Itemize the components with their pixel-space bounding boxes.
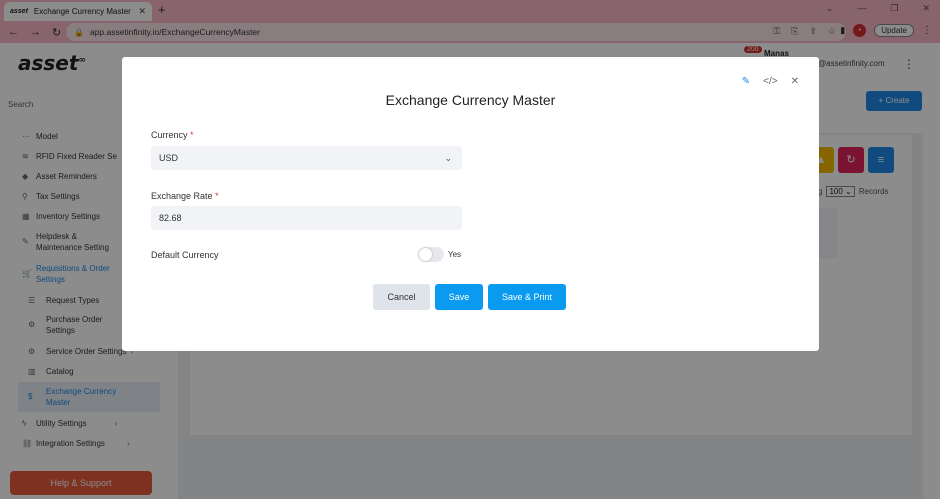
save-print-button[interactable]: Save & Print [488, 284, 566, 310]
save-button[interactable]: Save [435, 284, 483, 310]
code-icon[interactable]: </> [763, 76, 777, 87]
currency-value: USD [159, 153, 179, 163]
cancel-button[interactable]: Cancel [373, 284, 430, 310]
required-mark: * [215, 191, 219, 201]
rate-label-text: Exchange Rate [151, 191, 213, 201]
toggle-knob [419, 248, 432, 261]
exchange-currency-modal: ✎ </> ✕ Exchange Currency Master Currenc… [122, 57, 819, 351]
toggle-yes-label: Yes [448, 250, 462, 259]
modal-toolbar: ✎ </> ✕ [742, 76, 799, 87]
chevron-down-icon: ⌄ [444, 153, 452, 163]
edit-icon[interactable]: ✎ [742, 76, 750, 87]
exchange-rate-value: 82.68 [159, 213, 182, 223]
required-mark: * [190, 130, 194, 140]
exchange-rate-input[interactable]: 82.68 [151, 206, 462, 230]
exchange-rate-label: Exchange Rate * [151, 191, 219, 201]
default-currency-label: Default Currency [151, 250, 219, 260]
currency-label: Currency * [151, 130, 194, 140]
close-icon[interactable]: ✕ [791, 76, 799, 87]
default-currency-toggle[interactable] [418, 247, 444, 262]
modal-title: Exchange Currency Master [385, 92, 556, 108]
currency-label-text: Currency [151, 130, 188, 140]
currency-select[interactable]: USD ⌄ [151, 146, 462, 170]
